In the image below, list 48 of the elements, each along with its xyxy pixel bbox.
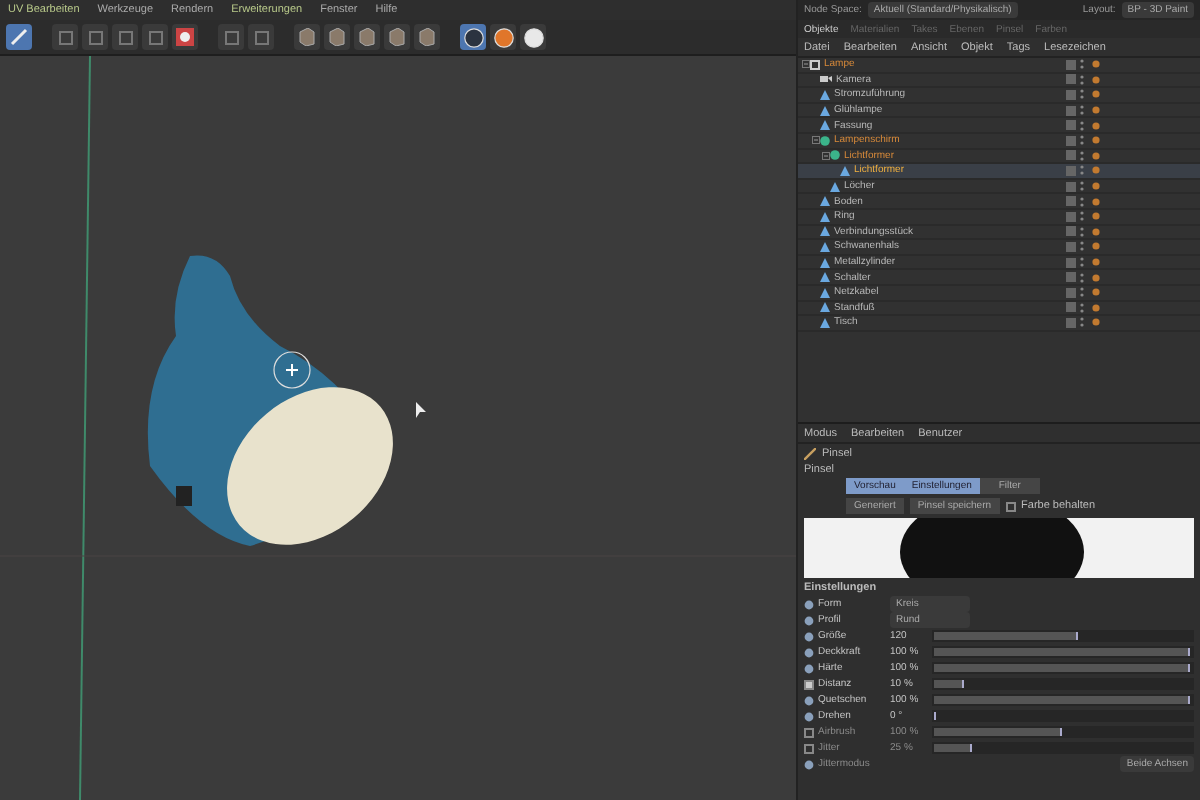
layer-checkbox[interactable]	[1066, 165, 1076, 176]
slider-track[interactable]	[932, 630, 1194, 642]
brush-icon	[10, 28, 28, 46]
layer-checkbox[interactable]	[1066, 135, 1076, 146]
layer-checkbox[interactable]	[1066, 272, 1076, 283]
camera-icon	[820, 74, 832, 85]
layer-checkbox[interactable]	[1066, 196, 1076, 207]
brush-icon	[804, 447, 816, 459]
layer-checkbox[interactable]	[1066, 257, 1076, 268]
slider-track[interactable]	[932, 662, 1194, 674]
toolbar-button[interactable]	[384, 24, 410, 50]
layer-checkbox[interactable]	[1066, 211, 1076, 222]
pointer-icon	[416, 402, 426, 418]
toolbar-button[interactable]	[324, 24, 350, 50]
slider-track[interactable]	[932, 710, 1194, 722]
layer-checkbox[interactable]	[1066, 317, 1076, 328]
layer-checkbox[interactable]	[1066, 181, 1076, 192]
toolbar-button[interactable]	[414, 24, 440, 50]
collapse-icon[interactable]	[822, 151, 830, 160]
checkbox[interactable]	[804, 679, 814, 689]
slider-track[interactable]	[932, 694, 1194, 706]
toolbar-button[interactable]	[172, 24, 198, 50]
layer-checkbox[interactable]	[1066, 150, 1076, 161]
toolbar-button[interactable]	[294, 24, 320, 50]
toolbar-button[interactable]	[6, 24, 32, 50]
toolbar-button[interactable]	[354, 24, 380, 50]
layer-checkbox[interactable]	[1066, 105, 1076, 116]
layer-checkbox[interactable]	[1066, 302, 1076, 313]
slider-fill[interactable]	[934, 648, 1190, 656]
layer-checkbox[interactable]	[1066, 287, 1076, 298]
slider-fill[interactable]	[934, 680, 965, 688]
layer-checkbox[interactable]	[1066, 89, 1076, 100]
slider-track[interactable]	[932, 678, 1194, 690]
checkbox[interactable]	[1005, 501, 1016, 511]
slider-fill[interactable]	[934, 696, 1190, 704]
slider-fill[interactable]	[934, 632, 1078, 640]
move-cursor-icon	[273, 351, 311, 389]
render-icon	[176, 28, 194, 46]
slider-fill[interactable]	[934, 664, 1190, 672]
collapse-icon[interactable]	[812, 136, 820, 145]
layer-checkbox[interactable]	[1066, 59, 1076, 70]
layer-checkbox[interactable]	[1066, 74, 1076, 85]
slider-track[interactable]	[932, 646, 1194, 658]
null-object-icon	[810, 59, 820, 70]
layer-checkbox[interactable]	[1066, 226, 1076, 237]
layer-checkbox[interactable]	[1066, 120, 1076, 131]
collapse-icon[interactable]	[802, 60, 810, 69]
layer-checkbox[interactable]	[1066, 241, 1076, 252]
